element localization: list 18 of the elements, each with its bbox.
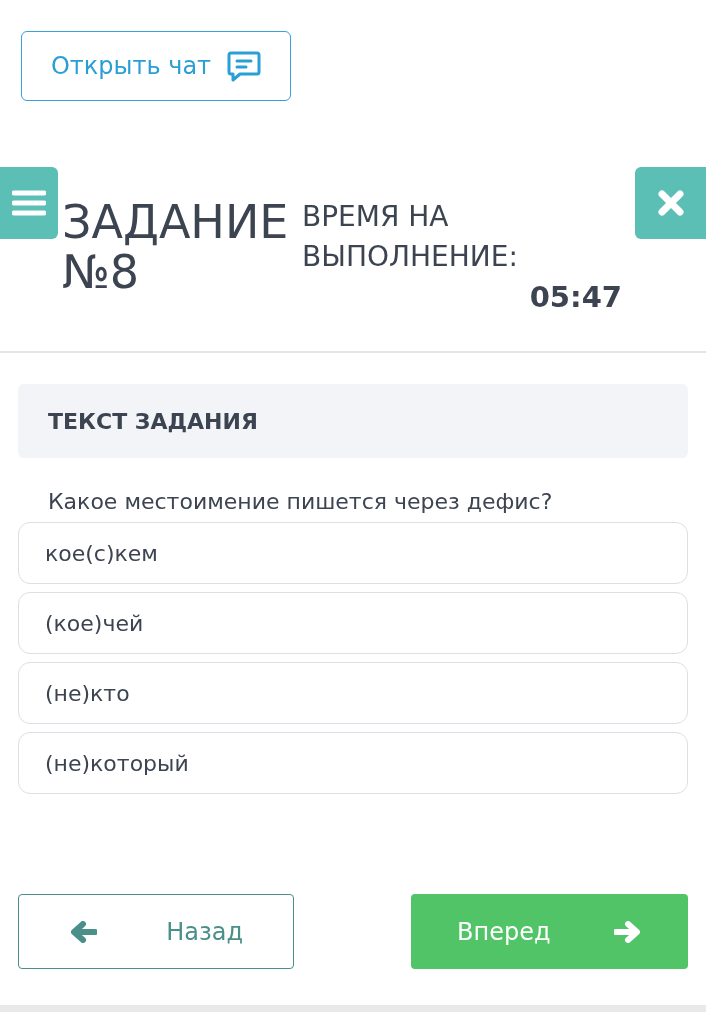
answer-option[interactable]: (кое)чей [18, 592, 688, 654]
close-icon [656, 189, 685, 217]
arrow-left-icon [71, 920, 97, 943]
time-remaining: 05:47 [529, 279, 622, 316]
back-button[interactable]: Назад [18, 894, 294, 969]
task-title: ЗАДАНИЕ [62, 197, 289, 247]
arrow-right-icon [614, 920, 640, 943]
menu-icon [12, 189, 46, 217]
question-text: Какое местоимение пишется через дефис? [48, 489, 553, 514]
time-label: ВРЕМЯ НА ВЫПОЛНЕНИЕ: [302, 199, 519, 275]
close-button[interactable] [635, 167, 706, 239]
answer-option[interactable]: кое(с)кем [18, 522, 688, 584]
chat-icon [227, 50, 262, 82]
task-number: №8 [62, 247, 140, 297]
answer-option[interactable]: (не)который [18, 732, 688, 794]
menu-button[interactable] [0, 167, 58, 239]
answer-option[interactable]: (не)кто [18, 662, 688, 724]
section-heading: ТЕКСТ ЗАДАНИЯ [48, 407, 258, 436]
